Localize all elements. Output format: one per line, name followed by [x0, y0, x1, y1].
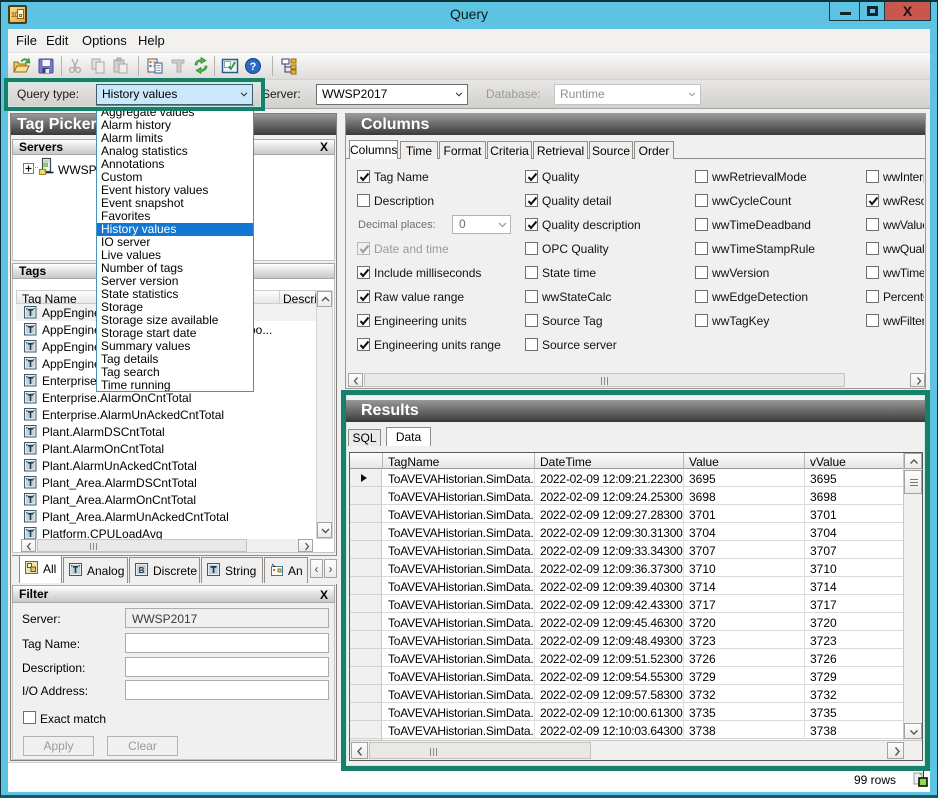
svg-text:?: ? — [250, 61, 257, 73]
svg-text:B: B — [139, 566, 145, 575]
